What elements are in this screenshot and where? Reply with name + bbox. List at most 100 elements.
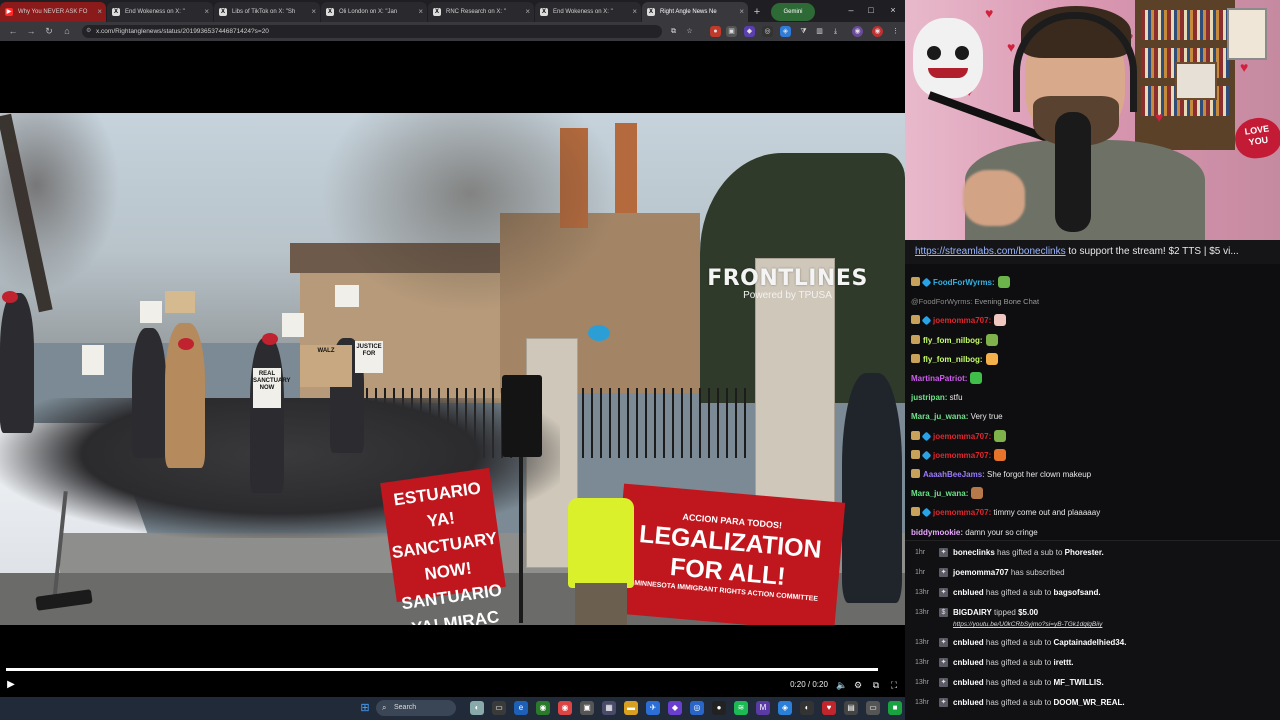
tab-5[interactable]: X End Wokeness on X: " × — [535, 2, 641, 22]
app-icon[interactable]: ▭ — [866, 701, 880, 715]
app-icon[interactable]: ▣ — [580, 701, 594, 715]
pip-icon[interactable]: ⧉ — [870, 679, 882, 691]
x-icon: X — [647, 8, 655, 16]
play-icon[interactable]: ▶ — [4, 678, 18, 692]
edge-icon[interactable]: e — [514, 701, 528, 715]
taskbar-search[interactable]: ⌕ Search — [376, 700, 456, 716]
close-tab-icon[interactable]: × — [311, 2, 316, 22]
downloads-icon[interactable]: ⤓ — [830, 26, 841, 37]
extension-icon[interactable]: ◆ — [744, 26, 755, 37]
tab-6-active[interactable]: X Right Angle News Ne × — [642, 2, 748, 22]
event-text: cnblued has gifted a sub to DOOM_WR_REAL… — [953, 693, 1125, 713]
tip-message-link[interactable]: https://youtu.be/U0kCRbSyjmo?si=yB-TGk1d… — [953, 620, 1102, 630]
extension-icon[interactable]: ◎ — [762, 26, 773, 37]
chat-username[interactable]: biddymookie: — [911, 528, 963, 537]
extensions-puzzle-icon[interactable]: ⧩ — [798, 26, 809, 37]
home-icon[interactable]: ⌂ — [60, 25, 74, 38]
chat-username[interactable]: fly_fom_nilbog: — [923, 355, 983, 364]
chat-username[interactable]: MartinaPatriot: — [911, 374, 967, 383]
app-icon[interactable]: ▦ — [602, 701, 616, 715]
chat-username[interactable]: FoodForWyrms: — [933, 278, 995, 287]
video-player[interactable]: REAL SANCTUARY NOW JUSTICE FOR WALZ ESTU… — [0, 113, 905, 625]
event-text: joemomma707 has subscribed — [953, 563, 1065, 583]
app-icon[interactable]: ◈ — [778, 701, 792, 715]
tree-canopy — [0, 113, 120, 293]
chat-username[interactable]: joemomma707: — [933, 508, 991, 517]
spotify-icon[interactable]: ≋ — [734, 701, 748, 715]
chat-username[interactable]: Mara_ju_wana: — [911, 489, 968, 498]
chat-username[interactable]: justripan: — [911, 393, 947, 402]
obs-icon[interactable]: ● — [712, 701, 726, 715]
chat-message: biddymookie: damn your so cringe — [911, 524, 1276, 542]
close-tab-icon[interactable]: × — [739, 2, 744, 22]
task-view-icon[interactable]: ▭ — [492, 701, 506, 715]
gemini-button[interactable]: Gemini — [771, 3, 815, 21]
app-icon[interactable]: ▤ — [844, 701, 858, 715]
minimize-icon[interactable]: – — [842, 3, 860, 17]
event-age: 13hr — [915, 589, 930, 596]
close-tab-icon[interactable]: × — [632, 2, 637, 22]
close-tab-icon[interactable]: × — [418, 2, 423, 22]
maximize-icon[interactable]: □ — [862, 3, 880, 17]
site-info-icon[interactable]: ⚙ — [86, 25, 91, 38]
app-icon[interactable]: M — [756, 701, 770, 715]
back-icon[interactable]: ← — [6, 25, 20, 38]
app-icon[interactable]: ■ — [888, 701, 902, 715]
new-tab-button[interactable]: + — [749, 2, 765, 22]
activity-event: 1hr ✦ joemomma707 has subscribed — [905, 563, 1280, 583]
chat-text: timmy come out and plaaaaay — [991, 508, 1101, 518]
install-icon[interactable]: ⧉ — [668, 26, 679, 37]
app-icon[interactable]: ✈ — [646, 701, 660, 715]
menu-dots-icon[interactable]: ⋮ — [890, 26, 901, 37]
chrome-profile-icon[interactable]: ◉ — [558, 701, 572, 715]
url-field[interactable]: ⚙ x.com/Rightanglenews/status/2019936537… — [82, 25, 662, 38]
streamlabs-link[interactable]: https://streamlabs.com/boneclinks — [915, 246, 1066, 257]
volume-icon[interactable]: 🔈 — [836, 679, 848, 691]
widgets-icon[interactable]: ◐ — [470, 701, 484, 715]
file-explorer-icon[interactable]: ▬ — [624, 701, 638, 715]
extension-icon[interactable]: ◈ — [780, 26, 791, 37]
close-tab-icon[interactable]: × — [97, 2, 102, 22]
video-progress-bar[interactable] — [6, 668, 878, 671]
sidebar-icon[interactable]: ▥ — [814, 26, 825, 37]
app-icon[interactable]: ◆ — [668, 701, 682, 715]
chat-username[interactable]: @FoodForWyrms: — [911, 297, 972, 306]
extension-icon[interactable]: ▣ — [726, 26, 737, 37]
forward-icon[interactable]: → — [24, 25, 38, 38]
speaker-safety-vest — [568, 498, 634, 588]
fullscreen-icon[interactable]: ⛶ — [888, 679, 900, 691]
chat-message: joemomma707: — [911, 447, 1276, 465]
protest-sign — [82, 345, 104, 375]
tab-0[interactable]: ▶ Why You NEVER ASK FO × — [0, 2, 106, 22]
chat-username[interactable]: joemomma707: — [933, 432, 991, 441]
tab-label: RNC Research on X: " — [446, 9, 506, 15]
profile-avatar[interactable]: ◉ — [852, 26, 863, 37]
activity-event: 13hr ✦ cnblued has gifted a sub to bagsofs… — [905, 583, 1280, 603]
chat-username[interactable]: fly_fom_nilbog: — [923, 336, 983, 345]
tab-3[interactable]: X Oli London on X: "Jan × — [321, 2, 427, 22]
tab-2[interactable]: X Libs of TikTok on X: "Sh × — [214, 2, 320, 22]
bookmark-star-icon[interactable]: ☆ — [684, 26, 695, 37]
chat-username[interactable]: AaaahBeeJams: — [923, 470, 985, 479]
profile-avatar[interactable]: ◉ — [872, 26, 883, 37]
app-icon[interactable]: ◎ — [690, 701, 704, 715]
tab-1[interactable]: X End Wokeness on X: " × — [107, 2, 213, 22]
close-tab-icon[interactable]: × — [525, 2, 530, 22]
settings-gear-icon[interactable]: ⚙ — [852, 679, 864, 691]
extension-icon[interactable]: ● — [710, 26, 721, 37]
chat-username[interactable]: Mara_ju_wana: — [911, 412, 968, 421]
chat-text: Evening Bone Chat — [972, 297, 1040, 307]
close-tab-icon[interactable]: × — [204, 2, 209, 22]
app-icon[interactable]: ♥ — [822, 701, 836, 715]
close-window-icon[interactable]: × — [884, 3, 902, 17]
event-target: irettt. — [1053, 658, 1074, 667]
tab-4[interactable]: X RNC Research on X: " × — [428, 2, 534, 22]
chat-username[interactable]: joemomma707: — [933, 451, 991, 460]
logo-subtitle: Powered by TPUSA — [743, 290, 832, 301]
chrome-icon[interactable]: ◉ — [536, 701, 550, 715]
reload-icon[interactable]: ↻ — [42, 25, 56, 38]
windows-start-icon[interactable]: ⊞ — [358, 701, 372, 715]
app-icon[interactable]: ◐ — [800, 701, 814, 715]
chat-username[interactable]: joemomma707: — [933, 316, 991, 325]
chat-message: fly_fom_nilbog: — [911, 351, 1276, 369]
